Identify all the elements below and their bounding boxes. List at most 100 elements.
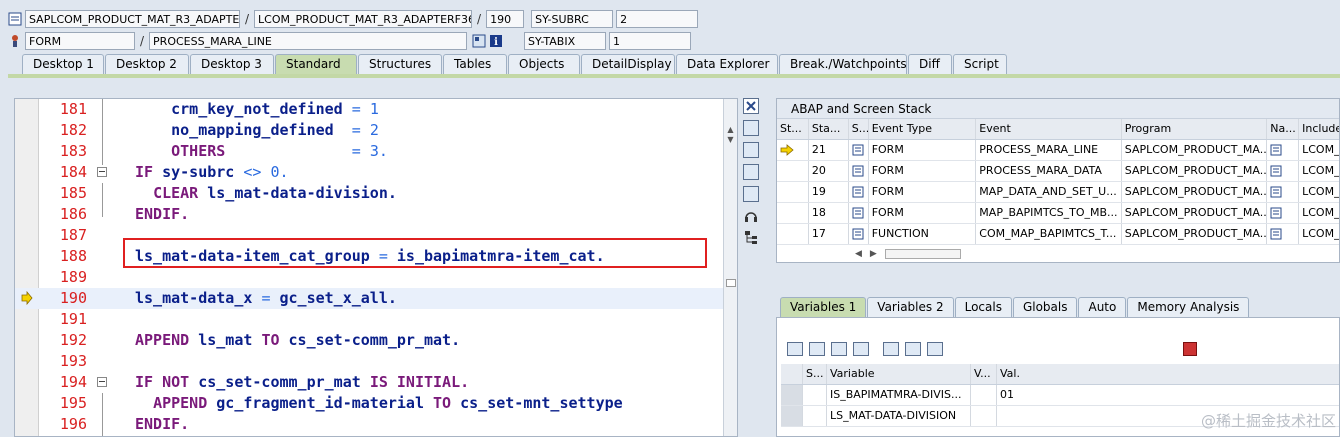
tree-icon[interactable]	[743, 230, 759, 246]
scroll-thumb[interactable]	[884, 249, 961, 259]
col-header[interactable]: Variable	[827, 364, 971, 384]
program-icon	[8, 12, 22, 26]
code-line[interactable]: 184 IF sy-subrc <> 0.	[15, 162, 723, 183]
tab-structures[interactable]: Structures	[358, 54, 442, 74]
col-header[interactable]: Sta...	[809, 119, 849, 139]
tab-tables[interactable]: Tables	[443, 54, 507, 74]
sysvar-name-field[interactable]: SY-SUBRC	[531, 10, 614, 28]
tab-desktop-2[interactable]: Desktop 2	[105, 54, 189, 74]
sysvar-value-field[interactable]: 2	[616, 10, 699, 28]
program-field[interactable]: SAPLCOM_PRODUCT_MAT_R3_ADAPTER	[25, 10, 240, 28]
code-line[interactable]: 185 CLEAR ls_mat-data-division.	[15, 183, 723, 204]
open-folder-icon[interactable]	[927, 342, 943, 356]
separator: /	[477, 12, 482, 26]
col-header[interactable]: S...	[849, 119, 869, 139]
tab-objects[interactable]: Objects	[508, 54, 580, 74]
col-header[interactable]: Include	[1299, 119, 1339, 139]
form-type-icon	[852, 165, 864, 177]
include-field[interactable]: LCOM_PRODUCT_MAT_R3_ADAPTERF36	[254, 10, 473, 28]
hierarchy-icon[interactable]	[883, 342, 899, 356]
code-line[interactable]: 195 APPEND gc_fragment_id-material TO cs…	[15, 393, 723, 414]
event-type-field[interactable]: FORM	[25, 32, 135, 50]
headset-icon[interactable]	[743, 208, 759, 224]
scroll-up-icon[interactable]: ▲	[726, 125, 735, 134]
sysvar2-value-field[interactable]: 1	[609, 32, 692, 50]
col-header[interactable]: Event	[976, 119, 1122, 139]
variables-tabs: Variables 1 Variables 2 Locals Globals A…	[780, 297, 1250, 317]
col-header[interactable]: Na...	[1267, 119, 1300, 139]
stack-row[interactable]: 19 FORM MAP_DATA_AND_SET_U... SAPLCOM_PR…	[777, 182, 1339, 203]
code-line[interactable]: 183 OTHERS = 3.	[15, 141, 723, 162]
desktop-tabs: Desktop 1 Desktop 2 Desktop 3 Standard S…	[22, 54, 1008, 74]
tab-variables-1[interactable]: Variables 1	[780, 297, 867, 317]
variables-grid-header: S... Variable V... Val.	[781, 364, 1339, 385]
transfer-icon[interactable]	[905, 342, 921, 356]
stack-row[interactable]: 17 FUNCTION COM_MAP_BAPIMTCS_T... SAPLCO…	[777, 224, 1339, 245]
maximize-icon[interactable]	[743, 164, 759, 180]
swap-icon[interactable]	[743, 142, 759, 158]
tab-globals[interactable]: Globals	[1012, 297, 1078, 317]
export-icon[interactable]	[831, 342, 847, 356]
col-header[interactable]: Program	[1122, 119, 1268, 139]
tab-locals[interactable]: Locals	[954, 297, 1012, 317]
fold-toggle-icon[interactable]	[97, 377, 107, 387]
tab-data-explorer[interactable]: Data Explorer	[676, 54, 778, 74]
stack-row[interactable]: 20 FORM PROCESS_MARA_DATA SAPLCOM_PRODUC…	[777, 161, 1339, 182]
save-icon[interactable]	[1183, 342, 1197, 356]
code-line[interactable]: 189	[15, 267, 723, 288]
delete-icon[interactable]	[787, 342, 803, 356]
navigate-icon[interactable]	[1270, 186, 1282, 198]
info-icon[interactable]: i	[489, 34, 503, 48]
col-header[interactable]: V...	[971, 364, 997, 384]
scroll-thumb[interactable]	[726, 279, 736, 287]
col-header[interactable]: Val.	[997, 364, 1333, 384]
scroll-right-icon[interactable]: ▶	[870, 249, 877, 259]
code-line[interactable]: 186 ENDIF.	[15, 204, 723, 225]
tab-diff[interactable]: Diff	[908, 54, 952, 74]
col-header[interactable]: St...	[777, 119, 809, 139]
stack-row[interactable]: 18 FORM MAP_BAPIMTCS_TO_MB... SAPLCOM_PR…	[777, 203, 1339, 224]
import-icon[interactable]	[809, 342, 825, 356]
stack-row[interactable]: 21 FORM PROCESS_MARA_LINE SAPLCOM_PRODUC…	[777, 140, 1339, 161]
code-line-current[interactable]: 190 ls_mat-data_x = gc_set_x_all.	[15, 288, 723, 309]
code-line[interactable]: 191	[15, 309, 723, 330]
line-field[interactable]: 190	[486, 10, 525, 28]
tab-variables-2[interactable]: Variables 2	[867, 297, 954, 317]
tab-breakpoints[interactable]: Break./Watchpoints	[779, 54, 907, 74]
scroll-down-icon[interactable]: ▼	[726, 135, 735, 144]
tab-desktop-1[interactable]: Desktop 1	[22, 54, 104, 74]
code-line[interactable]: 192 APPEND ls_mat TO cs_set-comm_pr_mat.	[15, 330, 723, 351]
form-type-icon	[852, 144, 864, 156]
tab-desktop-3[interactable]: Desktop 3	[190, 54, 274, 74]
event-name-field[interactable]: PROCESS_MARA_LINE	[149, 32, 468, 50]
code-line[interactable]: 182 no_mapping_defined = 2	[15, 120, 723, 141]
layout-icon[interactable]	[743, 186, 759, 202]
editor-vertical-scrollbar[interactable]: ▲ ▼	[723, 99, 737, 436]
code-line[interactable]: 194 IF NOT cs_set-comm_pr_mat IS INITIAL…	[15, 372, 723, 393]
fold-toggle-icon[interactable]	[97, 167, 107, 177]
display-source-icon[interactable]	[472, 34, 486, 48]
variable-row[interactable]: IS_BAPIMATMRA-DIVIS... 01	[781, 385, 1339, 406]
header-row-form: FORM / PROCESS_MARA_LINE i SY-TABIX 1	[8, 32, 692, 50]
stack-horizontal-scrollbar[interactable]: ◀ ▶	[777, 245, 1339, 262]
table-icon[interactable]	[853, 342, 869, 356]
code-line[interactable]: 196 ENDIF.	[15, 414, 723, 435]
source-code-editor[interactable]: 181 crm_key_not_defined = 1 182 no_mappi…	[14, 98, 738, 437]
tab-auto[interactable]: Auto	[1078, 297, 1127, 317]
sysvar2-name-field[interactable]: SY-TABIX	[524, 32, 607, 50]
code-line[interactable]: 193	[15, 351, 723, 372]
navigate-icon[interactable]	[1270, 165, 1282, 177]
navigate-icon[interactable]	[1270, 144, 1282, 156]
tab-memory-analysis[interactable]: Memory Analysis	[1127, 297, 1250, 317]
close-icon[interactable]	[743, 98, 759, 114]
tab-detaildisplay[interactable]: DetailDisplay	[581, 54, 675, 74]
navigate-icon[interactable]	[1270, 207, 1282, 219]
code-line[interactable]: 181 crm_key_not_defined = 1	[15, 99, 723, 120]
scroll-left-icon[interactable]: ◀	[855, 249, 862, 259]
navigate-icon[interactable]	[1270, 228, 1282, 240]
tab-script[interactable]: Script	[953, 54, 1007, 74]
new-window-icon[interactable]	[743, 120, 759, 136]
col-header[interactable]: S...	[803, 364, 827, 384]
tab-standard[interactable]: Standard	[275, 54, 357, 74]
col-header[interactable]: Event Type	[869, 119, 977, 139]
